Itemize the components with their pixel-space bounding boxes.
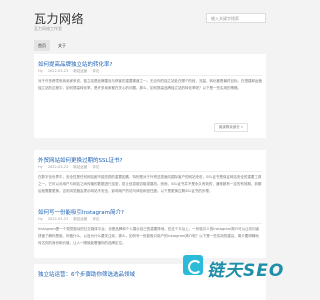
divider (38, 171, 262, 172)
divider (38, 223, 262, 224)
post-comments[interactable]: 评论 (92, 165, 99, 169)
main-nav: 首页 关于 (34, 40, 266, 51)
post-date: 2022-03-23 (47, 217, 69, 221)
site-tagline: 瓦力网络工作室 (34, 26, 62, 31)
post-meta: Hy 2022-03-23 新站运营 评论 (38, 165, 103, 170)
site-header: 瓦力网络 瓦力网络工作室 输入关键字搜索 (0, 0, 300, 38)
post-title[interactable]: 如何写一份能吸引Instagram简介? (38, 208, 124, 216)
post-excerpt: Instagram是一个视觉驱动的社交媒体平台，也是品牌和个人展示自己的重要阵地… (38, 227, 260, 245)
post-comments[interactable]: 评论 (92, 217, 99, 221)
post-title[interactable]: 外贸网站如何更换过期的SSL证书? (38, 156, 122, 164)
post-excerpt: 对于许多跨境电商卖家来说，独立站是品牌建设与获客的重要渠道之一。无论你的独立站处… (38, 79, 262, 90)
post-meta: Hy 2022-03-23 新站运营 评论 (38, 69, 103, 74)
nav-item-home[interactable]: 首页 (34, 40, 50, 51)
watermark: 链天SEO (183, 255, 283, 281)
divider (38, 75, 262, 76)
post-card: 如何写一份能吸引Instagram简介? Hy 2022-03-23 新站运营 … (34, 202, 266, 258)
post-date: 2022-03-23 (47, 69, 69, 73)
search-input[interactable]: 输入关键字搜索 (206, 13, 266, 23)
watermark-logo-icon (183, 255, 203, 275)
post-category[interactable]: 新站运营 (73, 165, 87, 169)
post-card: 如何提高品牌独立站的转化率? Hy 2022-03-23 新站运营 评论 对于许… (34, 54, 266, 138)
post-date: 2022-03-23 (47, 165, 69, 169)
post-author[interactable]: Hy (38, 217, 43, 221)
post-title[interactable]: 独立站运营：6个步骤助你筛选选品领域 (38, 270, 135, 278)
post-title[interactable]: 如何提高品牌独立站的转化率? (38, 60, 112, 68)
post-author[interactable]: Hy (38, 69, 43, 73)
nav-item-about[interactable]: 关于 (54, 40, 70, 51)
site-title[interactable]: 瓦力网络 (34, 10, 84, 27)
post-category[interactable]: 新站运营 (73, 69, 87, 73)
read-more-button[interactable]: 阅读剩余部分 » (213, 123, 248, 132)
post-meta: Hy 2022-03-23 新站运营 评论 (38, 217, 103, 222)
post-author[interactable]: Hy (38, 165, 43, 169)
post-category[interactable]: 新站运营 (73, 217, 87, 221)
watermark-text: 链天SEO (207, 261, 285, 281)
post-comments[interactable]: 评论 (92, 69, 99, 73)
